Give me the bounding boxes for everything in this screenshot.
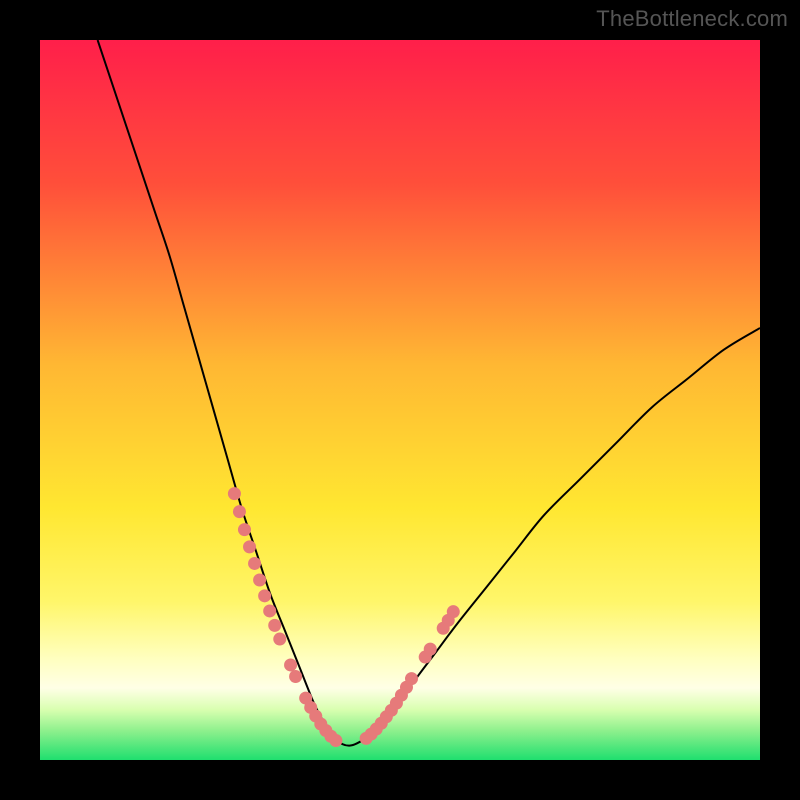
data-marker [329, 734, 342, 747]
data-marker [268, 619, 281, 632]
plot-area [40, 40, 760, 760]
data-marker [424, 643, 437, 656]
data-marker [238, 523, 251, 536]
chart-svg [40, 40, 760, 760]
data-marker [233, 505, 246, 518]
data-marker [263, 604, 276, 617]
data-marker [243, 540, 256, 553]
data-marker [228, 487, 241, 500]
watermark-text: TheBottleneck.com [596, 6, 788, 32]
data-marker [289, 670, 302, 683]
data-marker [273, 633, 286, 646]
heat-gradient [40, 40, 760, 760]
data-marker [253, 574, 266, 587]
data-marker [447, 605, 460, 618]
data-marker [405, 672, 418, 685]
data-marker [284, 658, 297, 671]
data-marker [258, 589, 271, 602]
chart-frame: TheBottleneck.com [0, 0, 800, 800]
data-marker [248, 557, 261, 570]
